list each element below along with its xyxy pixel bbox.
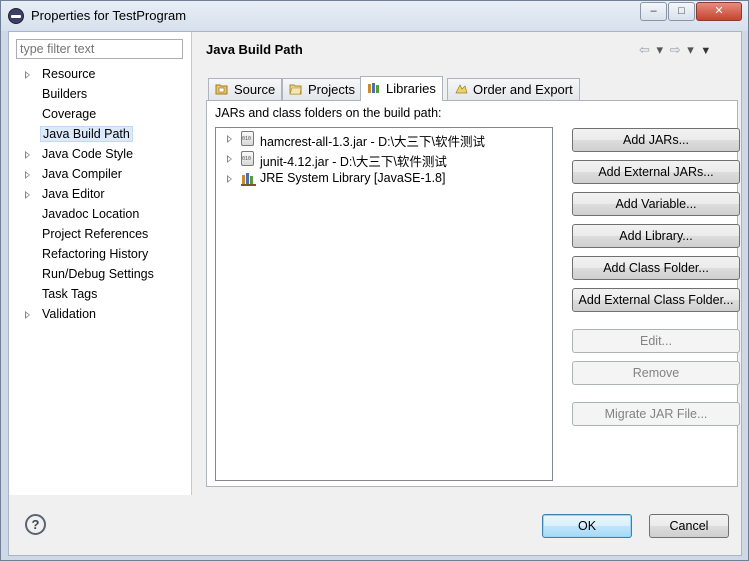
- tab-source-label: Source: [234, 82, 276, 97]
- tab-order-and-export-label: Order and Export: [473, 82, 573, 97]
- dialog-client-area: ResourceBuildersCoverageJava Build PathJ…: [8, 31, 742, 556]
- tab-libraries-label: Libraries: [386, 81, 436, 96]
- eclipse-app-icon: [8, 8, 24, 24]
- property-tree: Resource Builders Coverage Java Build Path J…: [9, 65, 192, 325]
- sidebar-item-validation[interactable]: Validation: [9, 305, 192, 325]
- source-folder-icon: [215, 83, 229, 95]
- tab-libraries[interactable]: Libraries: [360, 76, 443, 101]
- sidebar-item-task-tags[interactable]: Task Tags: [9, 285, 192, 305]
- list-item[interactable]: JRE System Library [JavaSE-1.8]: [216, 169, 552, 189]
- library-icon: [241, 172, 256, 186]
- property-pages-pane: Resource Builders Coverage Java Build Path J…: [9, 32, 192, 495]
- add-class-folder-button[interactable]: Add Class Folder...: [572, 256, 740, 280]
- minimize-button[interactable]: –: [640, 2, 667, 21]
- sidebar-item-label: Refactoring History: [42, 247, 149, 261]
- window-title: Properties for TestProgram: [31, 8, 187, 23]
- tab-order-and-export[interactable]: Order and Export: [447, 78, 580, 100]
- sidebar-item-label: Coverage: [42, 107, 97, 121]
- list-item-label: hamcrest-all-1.3.jar - D:\大三下\软件测试: [260, 135, 486, 149]
- tab-projects-label: Projects: [308, 82, 355, 97]
- forward-arrow-icon[interactable]: ⇨: [670, 42, 681, 57]
- sidebar-item-javadoc-location[interactable]: Javadoc Location: [9, 205, 192, 225]
- sidebar-item-label: Javadoc Location: [42, 207, 140, 221]
- sidebar-item-label: Validation: [42, 307, 96, 321]
- property-page: Java Build Path ⇦ ▾ ⇨ ▾ ▼ Source Project…: [193, 32, 743, 495]
- remove-button[interactable]: Remove: [572, 361, 740, 385]
- view-menu-icon[interactable]: ▼: [700, 45, 711, 57]
- list-item[interactable]: junit-4.12.jar - D:\大三下\软件测试: [216, 149, 552, 169]
- sidebar-item-label: Builders: [42, 87, 88, 101]
- sidebar-item-project-references[interactable]: Project References: [9, 225, 192, 245]
- build-path-tabs: Source Projects Libraries Order and Expo…: [208, 76, 738, 101]
- expand-arrow-icon[interactable]: [25, 311, 30, 319]
- libraries-tab-content: JARs and class folders on the build path…: [206, 100, 740, 487]
- page-title: Java Build Path: [206, 42, 303, 57]
- add-external-jars-button[interactable]: Add External JARs...: [572, 160, 740, 184]
- sidebar-item-builders[interactable]: Builders: [9, 85, 192, 105]
- properties-dialog: Properties for TestProgram – □ ✕ Resourc…: [0, 0, 749, 561]
- filter-input[interactable]: [16, 39, 183, 59]
- sidebar-item-java-compiler[interactable]: Java Compiler: [9, 165, 192, 185]
- sidebar-item-label: Java Editor: [42, 187, 105, 201]
- sidebar-item-run-debug-settings[interactable]: Run/Debug Settings: [9, 265, 192, 285]
- sidebar-item-label: Java Compiler: [42, 167, 122, 181]
- close-button[interactable]: ✕: [696, 2, 742, 21]
- libraries-caption: JARs and class folders on the build path…: [215, 106, 442, 120]
- maximize-button[interactable]: □: [668, 2, 695, 21]
- libraries-icon: [367, 82, 381, 94]
- help-icon[interactable]: ?: [25, 514, 46, 535]
- sidebar-item-label: Project References: [42, 227, 149, 241]
- migrate-jar-file-button[interactable]: Migrate JAR File...: [572, 402, 740, 426]
- add-jars-button[interactable]: Add JARs...: [572, 128, 740, 152]
- add-external-class-folder-button[interactable]: Add External Class Folder...: [572, 288, 740, 312]
- expand-arrow-icon[interactable]: [227, 155, 232, 163]
- tab-source[interactable]: Source: [208, 78, 283, 100]
- expand-arrow-icon[interactable]: [227, 135, 232, 143]
- sidebar-item-refactoring-history[interactable]: Refactoring History: [9, 245, 192, 265]
- back-menu-chevron-icon[interactable]: ▾: [657, 42, 664, 57]
- list-item[interactable]: hamcrest-all-1.3.jar - D:\大三下\软件测试: [216, 129, 552, 149]
- add-variable-button[interactable]: Add Variable...: [572, 192, 740, 216]
- page-navigation: ⇦ ▾ ⇨ ▾ ▼: [639, 42, 714, 58]
- expand-arrow-icon[interactable]: [25, 191, 30, 199]
- add-library-button[interactable]: Add Library...: [572, 224, 740, 248]
- sidebar-item-java-editor[interactable]: Java Editor: [9, 185, 192, 205]
- list-item-label: junit-4.12.jar - D:\大三下\软件测试: [260, 155, 447, 169]
- expand-arrow-icon[interactable]: [25, 71, 30, 79]
- cancel-button[interactable]: Cancel: [649, 514, 729, 538]
- sidebar-item-label: Run/Debug Settings: [42, 267, 154, 281]
- order-export-icon: [454, 83, 468, 95]
- list-item-label: JRE System Library [JavaSE-1.8]: [260, 171, 446, 185]
- ok-button[interactable]: OK: [542, 514, 632, 538]
- sidebar-item-label: Java Build Path: [40, 126, 133, 142]
- sidebar-item-label: Resource: [42, 67, 96, 81]
- jar-icon: [241, 131, 254, 146]
- back-arrow-icon[interactable]: ⇦: [639, 42, 650, 57]
- build-path-entries-list[interactable]: hamcrest-all-1.3.jar - D:\大三下\软件测试 junit…: [215, 127, 553, 481]
- sidebar-item-label: Java Code Style: [42, 147, 134, 161]
- sidebar-item-label: Task Tags: [42, 287, 98, 301]
- tab-projects[interactable]: Projects: [282, 78, 362, 100]
- sidebar-item-java-build-path[interactable]: Java Build Path: [9, 125, 192, 145]
- edit-button[interactable]: Edit...: [572, 329, 740, 353]
- sidebar-item-resource[interactable]: Resource: [9, 65, 192, 85]
- sidebar-item-coverage[interactable]: Coverage: [9, 105, 192, 125]
- expand-arrow-icon[interactable]: [227, 175, 232, 183]
- sidebar-item-java-code-style[interactable]: Java Code Style: [9, 145, 192, 165]
- forward-menu-chevron-icon[interactable]: ▾: [687, 42, 694, 57]
- title-bar[interactable]: Properties for TestProgram – □ ✕: [1, 1, 748, 31]
- expand-arrow-icon[interactable]: [25, 151, 30, 159]
- jar-icon: [241, 151, 254, 166]
- expand-arrow-icon[interactable]: [25, 171, 30, 179]
- projects-icon: [289, 83, 303, 95]
